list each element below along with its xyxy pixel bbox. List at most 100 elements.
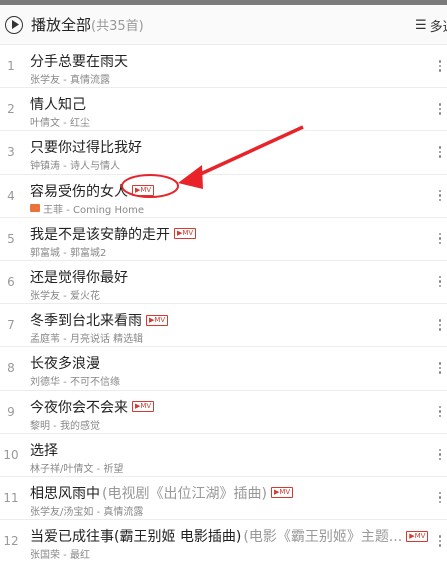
more-vertical-icon[interactable] [438, 491, 442, 504]
song-title-line: 当爱已成往事(霸王别姬 电影插曲) (电影《霸王别姬》主题... ▶MV [30, 526, 429, 546]
more-dot [438, 232, 442, 236]
song-index: 1 [7, 59, 15, 73]
song-title-line: 长夜多浪漫 [30, 353, 100, 373]
play-all-button[interactable]: 播放全部(共35首) [31, 14, 144, 35]
more-vertical-icon[interactable] [438, 232, 442, 245]
more-dot [438, 60, 442, 63]
song-title-line: 还是觉得你最好 [30, 267, 128, 287]
song-title: 冬季到台北来看雨 [30, 313, 142, 330]
more-dot [438, 323, 442, 327]
song-row[interactable]: 11 相思风雨中 (电视剧《出位江湖》插曲) ▶MV 张学友/汤宝如 - 真情流露 [0, 477, 447, 521]
song-title-line: 选择 [30, 440, 58, 460]
song-row[interactable]: 4 容易受伤的女人 ▶MV 王菲 - Coming Home [0, 175, 447, 218]
more-dot [438, 198, 442, 202]
song-row[interactable]: 12 当爱已成往事(霸王别姬 电影插曲) (电影《霸王别姬》主题... ▶MV 张国荣 … [0, 520, 447, 562]
more-dot [438, 155, 442, 158]
more-dot [438, 366, 442, 370]
more-vertical-icon[interactable] [438, 362, 442, 374]
song-index: 7 [7, 318, 15, 333]
artist-text: 刘德华 - 不可不信缘 [30, 377, 120, 389]
more-dot [438, 500, 442, 504]
song-row[interactable]: 10 选择林子祥/叶倩文 - 祈望 [0, 434, 447, 477]
song-index: 11 [3, 490, 19, 505]
more-dot [438, 371, 442, 374]
song-artist-album: 张学友 - 真情流露 [30, 71, 110, 86]
more-vertical-icon[interactable] [438, 146, 442, 158]
more-dot [438, 457, 442, 461]
more-dot [438, 194, 442, 197]
more-dot [438, 496, 442, 499]
more-vertical-icon[interactable] [438, 535, 442, 547]
play-circle-icon[interactable] [5, 15, 23, 34]
more-dot [438, 414, 442, 417]
more-vertical-icon[interactable] [438, 189, 442, 202]
song-artist-album: 黎明 - 我的感觉 [30, 417, 100, 432]
artist-text: 孟庭苇 - 月亮说话 精选辑 [30, 334, 144, 346]
song-row[interactable]: 5 我是不是该安静的走开 ▶MV 郭富城 - 郭富城2 [0, 218, 447, 261]
mv-badge[interactable]: ▶MV [146, 314, 169, 326]
song-title-line: 容易受伤的女人 ▶MV [30, 181, 155, 201]
play-all-header: 播放全部(共35首) ☰ 多选 [0, 5, 447, 45]
more-vertical-icon[interactable] [438, 275, 442, 288]
artist-text: 林子祥/叶倩文 - 祈望 [30, 463, 124, 475]
song-title: 当爱已成往事(霸王别姬 电影插曲) [30, 529, 242, 546]
artist-text: 黎明 - 我的感觉 [30, 420, 100, 432]
song-title: 还是觉得你最好 [30, 269, 128, 286]
song-row[interactable]: 8 长夜多浪漫刘德华 - 不可不信缘 [0, 347, 447, 391]
song-index: 6 [7, 274, 15, 289]
song-row[interactable]: 2 情人知己 叶倩文 - 红尘 [0, 88, 447, 132]
song-index: 8 [7, 361, 15, 376]
more-dot [438, 150, 442, 154]
artist-text: 王菲 - Coming Home [43, 204, 144, 216]
song-artist-album: 张学友 - 爱火花 [30, 287, 100, 302]
song-row[interactable]: 7 冬季到台北来看雨 ▶MV 孟庭苇 - 月亮说话 精选辑 [0, 304, 447, 348]
song-title-line: 冬季到台北来看雨 ▶MV [30, 310, 169, 330]
song-title: 分手总要在雨天 [30, 54, 128, 70]
song-title: 今夜你会不会来 [30, 399, 128, 416]
more-vertical-icon[interactable] [438, 103, 442, 115]
song-artist-album: 张国荣 - 最红 [30, 546, 90, 561]
more-dot [438, 107, 442, 111]
song-title-line: 分手总要在雨天 [30, 51, 128, 71]
mv-badge[interactable]: ▶MV [132, 185, 155, 197]
song-title-line: 情人知己 [30, 94, 86, 114]
song-artist-album: 王菲 - Coming Home [30, 201, 144, 216]
song-row[interactable]: 1 分手总要在雨天 张学友 - 真情流露 [0, 45, 447, 89]
artist-text: 张学友/汤宝如 - 真情流露 [30, 506, 144, 518]
more-dot [438, 275, 442, 279]
song-index: 4 [7, 188, 15, 203]
more-dot [438, 362, 442, 365]
song-artist-album: 刘德华 - 不可不信缘 [30, 373, 120, 388]
mv-badge[interactable]: ▶MV [270, 487, 294, 499]
more-dot [438, 535, 442, 538]
song-title: 长夜多浪漫 [30, 356, 100, 373]
song-row[interactable]: 6 还是觉得你最好 张学友 - 爱火花 [0, 261, 447, 305]
song-artist-album: 郭富城 - 郭富城2 [30, 244, 106, 259]
mv-badge[interactable]: ▶MV [174, 228, 197, 240]
more-dot [438, 146, 442, 149]
more-dot [438, 491, 442, 495]
more-vertical-icon[interactable] [438, 448, 442, 461]
mv-badge[interactable]: ▶MV [406, 530, 429, 542]
song-index: 5 [7, 231, 15, 246]
song-title-extra: (电影《霸王别姬》主题... [243, 529, 403, 546]
song-artist-album: 张学友/汤宝如 - 真情流露 [30, 503, 143, 518]
song-row[interactable]: 9 今夜你会不会来 ▶MV 黎明 - 我的感觉 [0, 391, 447, 434]
artist-text: 张国荣 - 最红 [30, 550, 90, 562]
more-dot [438, 69, 442, 72]
more-vertical-icon[interactable] [438, 405, 442, 417]
multi-select-button[interactable]: ☰ 多选 [415, 5, 447, 45]
multi-select-label: 多选 [429, 19, 447, 35]
more-vertical-icon[interactable] [438, 60, 442, 72]
song-row[interactable]: 3 只要你过得比我好 钟镇涛 - 诗人与情人 [0, 131, 447, 175]
song-title-extra: (电视剧《出位江湖》插曲) [102, 485, 267, 502]
song-artist-album: 林子祥/叶倩文 - 祈望 [30, 460, 123, 475]
more-dot [438, 453, 442, 456]
song-artist-album: 孟庭苇 - 月亮说话 精选辑 [30, 330, 143, 345]
more-dot [438, 237, 442, 240]
more-dot [438, 410, 442, 413]
song-index: 10 [3, 447, 19, 462]
more-dot [438, 241, 442, 245]
mv-badge[interactable]: ▶MV [132, 401, 155, 412]
more-vertical-icon[interactable] [438, 319, 442, 331]
